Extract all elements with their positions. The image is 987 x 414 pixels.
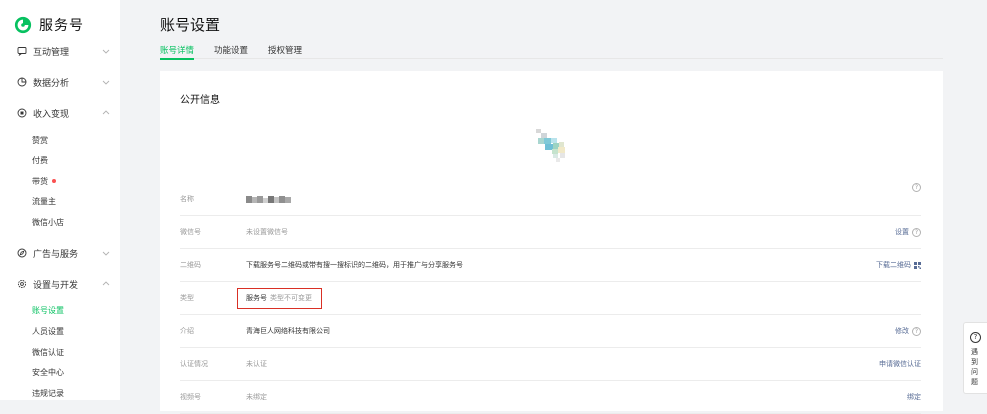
nav-item-certification[interactable]: 微信认证 bbox=[32, 347, 64, 359]
chevron-down-icon bbox=[102, 251, 110, 256]
help-circle-icon[interactable]: ? bbox=[912, 183, 921, 192]
nav-item-paid[interactable]: 付费 bbox=[32, 155, 48, 167]
row-label: 认证情况 bbox=[180, 360, 208, 368]
brand-name: 服务号 bbox=[39, 18, 84, 34]
compass-icon bbox=[17, 248, 27, 258]
nav-item-sales[interactable]: 带货 bbox=[32, 176, 56, 188]
money-icon bbox=[17, 108, 27, 118]
nav-item-security[interactable]: 安全中心 bbox=[32, 367, 64, 379]
row-label: 微信号 bbox=[180, 228, 201, 236]
chevron-down-icon bbox=[102, 80, 110, 85]
tab-label: 账号详情 bbox=[160, 46, 195, 56]
verify-action[interactable]: 申请微信认证 bbox=[879, 348, 921, 381]
chart-icon bbox=[17, 77, 27, 87]
floating-help-button[interactable]: ? 遇到问题 bbox=[963, 322, 987, 394]
wechat-id-action[interactable]: 设置 ? bbox=[895, 216, 921, 249]
nav-group-monetization[interactable]: 收入变现 bbox=[17, 105, 110, 121]
modify-intro-link[interactable]: 修改 bbox=[895, 315, 909, 348]
bind-channels-link[interactable]: 绑定 bbox=[907, 381, 921, 414]
tab-account-details[interactable]: 账号详情 bbox=[160, 44, 195, 60]
main-content: 账号设置 账号详情 功能设置 授权管理 公开信息 名称 ? 微信号 未设置微信号… bbox=[120, 0, 987, 414]
nav-group-label: 设置与开发 bbox=[33, 280, 79, 291]
nav-group-analytics[interactable]: 数据分析 bbox=[17, 74, 110, 90]
row-qrcode: 二维码 下载服务号二维码或带有搜一搜标识的二维码，用于推广与分享服务号 下载二维… bbox=[180, 249, 921, 282]
row-label: 视频号 bbox=[180, 393, 201, 401]
nav-item-shop[interactable]: 微信小店 bbox=[32, 217, 64, 229]
gear-icon bbox=[17, 279, 27, 289]
message-icon bbox=[17, 47, 27, 56]
tab-feature-settings[interactable]: 功能设置 bbox=[214, 44, 248, 59]
row-value: 未绑定 bbox=[246, 393, 267, 401]
row-intro: 介绍 青海巨人网络科技有限公司 修改 ? bbox=[180, 315, 921, 348]
row-value: 服务号 类型不可变更 bbox=[246, 282, 312, 315]
qrcode-icon bbox=[914, 262, 921, 269]
notification-dot bbox=[52, 178, 56, 183]
intro-action[interactable]: 修改 ? bbox=[895, 315, 921, 348]
row-value: 未设置微信号 bbox=[246, 228, 288, 236]
public-info-card: 公开信息 名称 ? 微信号 未设置微信号 设置 ? 二维码 下载服务号二维码或带… bbox=[160, 71, 943, 414]
chevron-up-icon bbox=[102, 110, 110, 115]
nav-item-staff[interactable]: 人员设置 bbox=[32, 326, 64, 338]
nav-group-label: 数据分析 bbox=[33, 78, 70, 89]
page-title: 账号设置 bbox=[160, 16, 221, 34]
nav-item-label: 带货 bbox=[32, 177, 48, 186]
channels-action[interactable]: 绑定 bbox=[907, 381, 921, 414]
card-title: 公开信息 bbox=[180, 95, 220, 106]
nav-group-label: 广告与服务 bbox=[33, 249, 79, 260]
brand[interactable]: 服务号 bbox=[14, 14, 84, 36]
nav-item-traffic[interactable]: 流量主 bbox=[32, 196, 56, 208]
redacted-name bbox=[246, 196, 291, 203]
service-account-logo-icon bbox=[14, 16, 32, 34]
nav-group-label: 收入变现 bbox=[33, 109, 70, 120]
qrcode-action[interactable]: 下载二维码 bbox=[876, 249, 921, 282]
help-circle-icon[interactable]: ? bbox=[912, 327, 921, 336]
tab-bar: 账号详情 功能设置 授权管理 bbox=[160, 44, 943, 60]
active-tab-indicator bbox=[160, 58, 194, 60]
chevron-up-icon bbox=[102, 281, 110, 286]
row-label: 类型 bbox=[180, 294, 194, 302]
row-name: 名称 ? bbox=[180, 183, 921, 216]
help-text: 遇到问题 bbox=[971, 348, 978, 386]
row-value: 青海巨人网络科技有限公司 bbox=[246, 327, 330, 335]
nav-item-account-settings[interactable]: 账号设置 bbox=[32, 305, 64, 317]
nav-group-settings[interactable]: 设置与开发 bbox=[17, 276, 110, 292]
row-value: 下载服务号二维码或带有搜一搜标识的二维码，用于推广与分享服务号 bbox=[246, 261, 463, 269]
nav-group-label: 互动管理 bbox=[33, 47, 70, 58]
tab-authorization[interactable]: 授权管理 bbox=[268, 44, 302, 59]
set-wechat-id-link[interactable]: 设置 bbox=[895, 216, 909, 249]
download-qrcode-link[interactable]: 下载二维码 bbox=[876, 249, 911, 282]
name-action[interactable]: ? bbox=[909, 183, 921, 192]
row-label: 二维码 bbox=[180, 261, 201, 269]
row-wechat-id: 微信号 未设置微信号 设置 ? bbox=[180, 216, 921, 249]
help-circle-icon[interactable]: ? bbox=[912, 228, 921, 237]
nav-group-ads[interactable]: 广告与服务 bbox=[17, 245, 110, 261]
account-avatar[interactable] bbox=[534, 129, 572, 165]
account-type: 服务号 bbox=[246, 294, 267, 302]
row-type: 类型 服务号 类型不可变更 bbox=[180, 282, 921, 315]
chevron-down-icon bbox=[102, 49, 110, 54]
row-label: 名称 bbox=[180, 195, 194, 203]
type-note: 类型不可变更 bbox=[270, 294, 312, 302]
sidebar: 服务号 互动管理 数据分析 收入变现 赞赏 付费 带货 流量主 微信小店 广告与… bbox=[0, 0, 120, 400]
help-circle-icon: ? bbox=[970, 332, 981, 343]
row-label: 介绍 bbox=[180, 327, 194, 335]
row-value: 未认证 bbox=[246, 360, 267, 368]
apply-verification-link[interactable]: 申请微信认证 bbox=[879, 348, 921, 381]
row-verification: 认证情况 未认证 申请微信认证 bbox=[180, 348, 921, 381]
nav-item-violations[interactable]: 违规记录 bbox=[32, 388, 64, 400]
row-channels: 视频号 未绑定 绑定 bbox=[180, 381, 921, 414]
nav-group-interaction[interactable]: 互动管理 bbox=[17, 43, 110, 59]
nav-item-reward[interactable]: 赞赏 bbox=[32, 135, 48, 147]
